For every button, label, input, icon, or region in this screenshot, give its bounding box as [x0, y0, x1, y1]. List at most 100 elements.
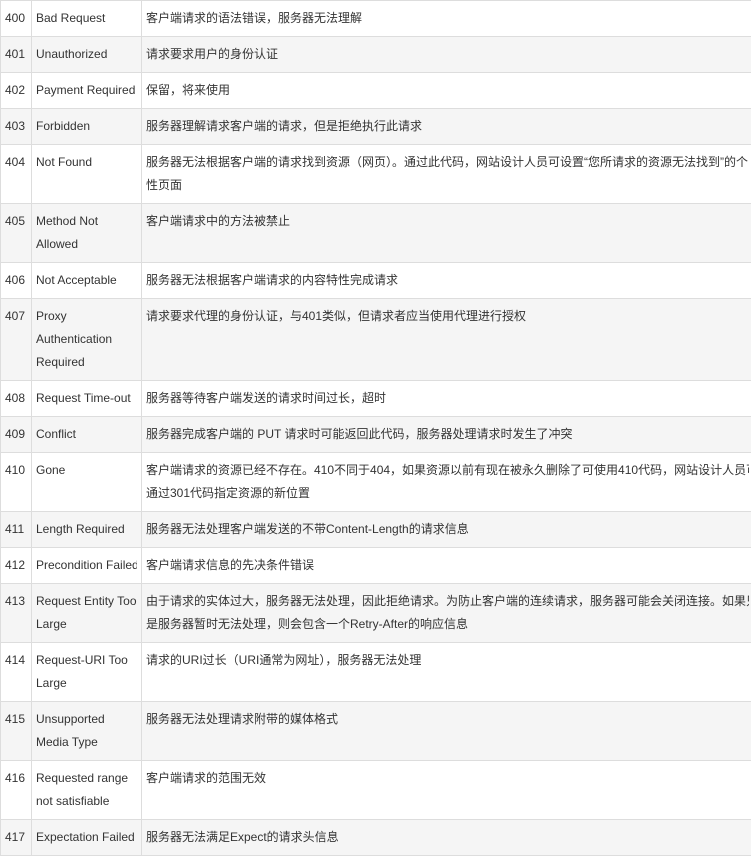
status-name-line: Forbidden — [36, 119, 91, 133]
status-description-cell: 客户端请求中的方法被禁止 — [141, 203, 751, 263]
status-code-cell: 411 — [0, 511, 32, 548]
status-description-line: 是服务器暂时无法处理，则会包含一个Retry-After的响应信息 — [146, 617, 469, 631]
status-name-line: Length Required — [36, 522, 125, 536]
status-description-line: 客户端请求的语法错误，服务器无法理解 — [146, 11, 363, 25]
status-code: 410 — [5, 463, 26, 477]
status-name-line: Large — [36, 617, 67, 631]
status-name-line: Request Entity Too — [36, 594, 137, 608]
status-name-cell: Request-URI Too Large — [31, 642, 142, 702]
status-description-line: 服务器完成客户端的 PUT 请求时可能返回此代码，服务器处理请求时发生了冲突 — [146, 427, 573, 441]
status-name-line: Gone — [36, 463, 66, 477]
status-description-cell: 请求要求代理的身份认证，与401类似，但请求者应当使用代理进行授权 — [141, 298, 751, 381]
status-description-line: 性页面 — [146, 178, 183, 192]
status-name-cell: Precondition Failed — [31, 547, 142, 584]
table-row: 409 Conflict 服务器完成客户端的 PUT 请求时可能返回此代码，服务器处… — [0, 416, 751, 453]
table-row: 405 Method Not Allowed 客户端请求中的方法被禁止 — [0, 203, 751, 263]
table-row: 400 Bad Request 客户端请求的语法错误，服务器无法理解 — [0, 0, 751, 37]
status-description-cell: 服务器完成客户端的 PUT 请求时可能返回此代码，服务器处理请求时发生了冲突 — [141, 416, 751, 453]
status-name-line: Method Not — [36, 214, 99, 228]
status-code-cell: 414 — [0, 642, 32, 702]
status-code: 403 — [5, 119, 26, 133]
table-row: 410 Gone 客户端请求的资源已经不存在。410不同于404，如果资源以前有现在… — [0, 452, 751, 512]
status-description-line: 服务器理解请求客户端的请求，但是拒绝执行此请求 — [146, 119, 423, 133]
table-row: 408 Request Time-out 服务器等待客户端发送的请求时间过长，超时 — [0, 380, 751, 417]
status-description-cell: 服务器理解请求客户端的请求，但是拒绝执行此请求 — [141, 108, 751, 145]
status-code: 405 — [5, 214, 26, 228]
http-status-table: 400 Bad Request 客户端请求的语法错误，服务器无法理解 401 Unaut… — [0, 0, 751, 856]
status-code-cell: 405 — [0, 203, 32, 263]
status-code-cell: 400 — [0, 0, 32, 37]
status-description-line: 客户端请求中的方法被禁止 — [146, 214, 291, 228]
status-code-cell: 401 — [0, 36, 32, 73]
status-description-line: 通过301代码指定资源的新位置 — [146, 486, 311, 500]
status-description-line: 服务器无法处理客户端发送的不带Content-Length的请求信息 — [146, 522, 469, 536]
status-code: 409 — [5, 427, 26, 441]
status-name-cell: Request Time-out — [31, 380, 142, 417]
status-code: 401 — [5, 47, 26, 61]
status-description-line: 由于请求的实体过大，服务器无法处理，因此拒绝请求。为防止客户端的连续请求，服务器… — [146, 594, 749, 608]
status-name-line: Unauthorized — [36, 47, 108, 61]
table-row: 415 Unsupported Media Type 服务器无法处理请求附带的媒体格式 — [0, 701, 751, 761]
status-name-cell: Bad Request — [31, 0, 142, 37]
table-row: 416 Requested range not satisfiable 客户端请求的范… — [0, 760, 751, 820]
status-code: 406 — [5, 273, 26, 287]
status-name-line: Authentication — [36, 332, 113, 346]
table-row: 402 Payment Required 保留，将来使用 — [0, 72, 751, 109]
status-name-cell: Unauthorized — [31, 36, 142, 73]
table-row: 413 Request Entity Too Large 由于请求的实体过大，服务器无… — [0, 583, 751, 643]
status-name-cell: Not Acceptable — [31, 262, 142, 299]
status-description-cell: 保留，将来使用 — [141, 72, 751, 109]
status-name-line: Large — [36, 676, 67, 690]
status-name-line: Requested range — [36, 771, 129, 785]
status-code: 408 — [5, 391, 26, 405]
status-name-line: Proxy — [36, 309, 67, 323]
status-name-cell: Unsupported Media Type — [31, 701, 142, 761]
status-description-line: 服务器无法根据客户端的请求找到资源（网页）。通过此代码，网站设计人员可设置“您所… — [146, 155, 748, 169]
status-code: 411 — [5, 522, 25, 536]
status-description-line: 服务器无法处理请求附带的媒体格式 — [146, 712, 339, 726]
status-code-cell: 408 — [0, 380, 32, 417]
status-name-line: Unsupported — [36, 712, 105, 726]
status-code-cell: 410 — [0, 452, 32, 512]
status-description-line: 客户端请求的范围无效 — [146, 771, 267, 785]
status-name-cell: Requested range not satisfiable — [31, 760, 142, 820]
status-description-cell: 由于请求的实体过大，服务器无法处理，因此拒绝请求。为防止客户端的连续请求，服务器… — [141, 583, 751, 643]
status-code-cell: 416 — [0, 760, 32, 820]
status-name-cell: Method Not Allowed — [31, 203, 142, 263]
status-description-cell: 服务器等待客户端发送的请求时间过长，超时 — [141, 380, 751, 417]
table-row: 403 Forbidden 服务器理解请求客户端的请求，但是拒绝执行此请求 — [0, 108, 751, 145]
status-description-line: 请求要求用户的身份认证 — [146, 47, 279, 61]
status-name-cell: Proxy Authentication Required — [31, 298, 142, 381]
status-description-cell: 服务器无法处理客户端发送的不带Content-Length的请求信息 — [141, 511, 751, 548]
status-description-cell: 客户端请求的范围无效 — [141, 760, 751, 820]
status-code-cell: 412 — [0, 547, 32, 584]
status-code: 417 — [5, 830, 26, 844]
status-code-cell: 413 — [0, 583, 32, 643]
status-code-cell: 415 — [0, 701, 32, 761]
table-row: 406 Not Acceptable 服务器无法根据客户端请求的内容特性完成请求 — [0, 262, 751, 299]
status-name-cell: Request Entity Too Large — [31, 583, 142, 643]
status-name-line: Required — [36, 355, 85, 369]
status-name-line: not satisfiable — [36, 794, 110, 808]
table-row: 412 Precondition Failed 客户端请求信息的先决条件错误 — [0, 547, 751, 584]
status-description-line: 服务器无法根据客户端请求的内容特性完成请求 — [146, 273, 399, 287]
table-row: 407 Proxy Authentication Required 请求要求代理的身份认… — [0, 298, 751, 381]
status-code-cell: 406 — [0, 262, 32, 299]
status-name-line: Request Time-out — [36, 391, 131, 405]
table-row: 411 Length Required 服务器无法处理客户端发送的不带Content… — [0, 511, 751, 548]
status-description-line: 客户端请求的资源已经不存在。410不同于404，如果资源以前有现在被永久删除了可… — [146, 463, 749, 477]
status-description-cell: 客户端请求信息的先决条件错误 — [141, 547, 751, 584]
status-name-cell: Payment Required — [31, 72, 142, 109]
status-code: 414 — [5, 653, 26, 667]
status-name-cell: Length Required — [31, 511, 142, 548]
status-name-line: Conflict — [36, 427, 77, 441]
status-description-cell: 服务器无法处理请求附带的媒体格式 — [141, 701, 751, 761]
status-table-body: 400 Bad Request 客户端请求的语法错误，服务器无法理解 401 Unaut… — [0, 0, 751, 856]
status-description-line: 请求的URI过长（URI通常为网址），服务器无法处理 — [146, 653, 422, 667]
status-code: 404 — [5, 155, 26, 169]
status-name-line: Request-URI Too — [36, 653, 128, 667]
status-description-line: 服务器等待客户端发送的请求时间过长，超时 — [146, 391, 387, 405]
table-row: 404 Not Found 服务器无法根据客户端的请求找到资源（网页）。通过此代码，… — [0, 144, 751, 204]
status-description-line: 保留，将来使用 — [146, 83, 231, 97]
status-code: 413 — [5, 594, 26, 608]
